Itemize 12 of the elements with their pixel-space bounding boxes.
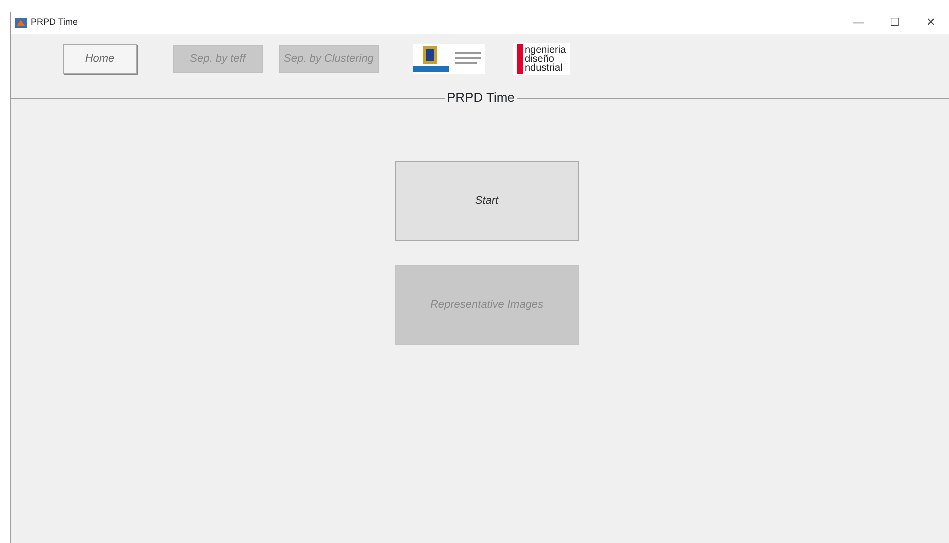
logo-text: diseño: [525, 54, 554, 64]
logo-bar-icon: [517, 44, 523, 74]
minimize-button[interactable]: —: [841, 14, 877, 32]
close-button[interactable]: ✕: [913, 14, 949, 32]
logo-text: ndustrial: [525, 64, 564, 72]
app-icon: [15, 18, 27, 28]
panel-button[interactable]: Start: [395, 161, 579, 241]
university-logo: [413, 44, 485, 74]
maximize-button[interactable]: ☐: [877, 14, 913, 32]
logo-text: ngenieria: [525, 46, 566, 54]
window-title: PRPD Time: [31, 16, 78, 30]
toolbar-button[interactable]: Home: [63, 44, 137, 74]
